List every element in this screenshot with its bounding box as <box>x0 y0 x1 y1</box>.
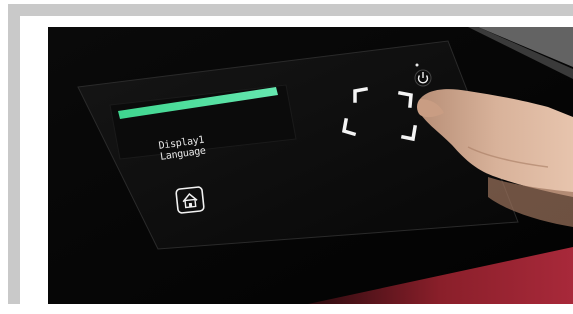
frame-border-left <box>8 4 20 304</box>
printer-panel-photo: Display1 Language <box>48 27 573 304</box>
frame-border-top <box>8 4 573 16</box>
photo-scene <box>48 27 573 304</box>
image-frame: Display1 Language <box>0 0 573 314</box>
power-led <box>415 63 419 67</box>
